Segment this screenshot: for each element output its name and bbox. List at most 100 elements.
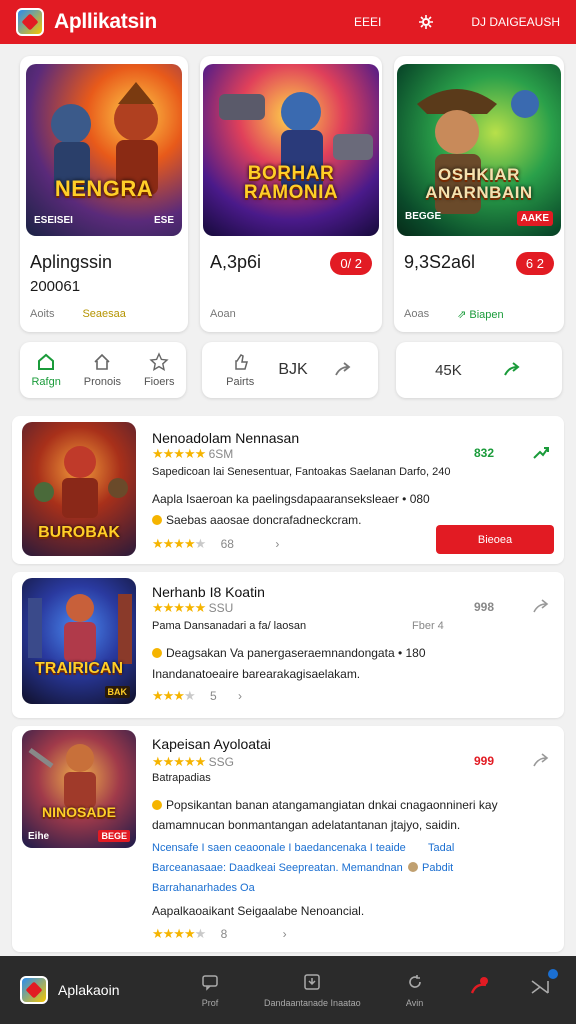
stars-off: ★ [194,536,207,551]
game-art-left-label: ESEISEI [34,215,73,226]
app-title: Apllikatsin [54,10,157,33]
list-item-2[interactable]: TRAIRICAN BAK Nerhanb I8 Koatin ★★★★★ SS… [12,572,564,718]
featured-card-2[interactable]: BORHAR RAMONIA A,3p6i 0/ 2 Aoan [200,56,382,332]
list-item-link3[interactable]: Barrahanarhades Oa [152,882,255,894]
game-art-right-label: ESE [153,215,174,226]
list-item-3[interactable]: NINOSADE Eihe BEGE Kapeisan Ayoloatai ★★… [12,726,564,952]
list-item-link1[interactable]: Ncensafe I saen ceaoonale I baedancenaka… [152,842,406,854]
header-action-account[interactable]: DJ DAIGEAUSH [471,15,560,29]
list-item-desc3: Aapalkaoaikant Seigaalabe Nenoancial. [152,904,365,918]
game-art: BORHAR RAMONIA [203,64,379,236]
game-art-tag: AAKE [516,211,553,226]
rating-count: 8 [220,927,228,941]
list-item-link1-right[interactable]: Tadal [428,842,454,854]
list-thumb: BUROBAK [22,422,136,556]
list-item-desc2: Inandanatoeaire barearakagisaelakam. [152,667,361,681]
promo-action[interactable]: Pronois [84,352,121,388]
card-meta-tag: ⇗ Biapen [457,309,504,321]
featured-card-1[interactable]: NENGRA ESEISEI ESE Aplingssin 200061 Aoi… [20,56,188,332]
notification-icon[interactable] [468,975,492,1005]
download-icon [304,974,321,990]
settings-icon[interactable] [417,13,435,31]
coin-icon [152,800,162,810]
star-icon [149,352,169,372]
app-logo[interactable] [16,8,44,36]
list-thumb-tag: BAK [104,686,130,698]
list-item-link2-right[interactable]: Pabdit [422,862,453,874]
nav-profile-label: Prof [201,998,219,1008]
card-2-actions: Pairts BJK [202,342,378,398]
trend-icon[interactable] [530,442,552,464]
card-meta-tag-label: Biapen [469,309,504,321]
nav-downloads[interactable]: Dandaantanade Inaatao [264,972,361,1008]
list-thumb-left: Eihe [28,831,50,842]
chevron-right-icon[interactable]: › [238,689,242,703]
favorites-action[interactable]: Fioers [144,352,175,388]
avatar [408,862,418,872]
featured-section: NENGRA ESEISEI ESE Aplingssin 200061 Aoi… [0,56,576,402]
list-item-desc: Popsikantan banan atangamangiatan dnkai … [166,798,498,812]
coin-icon [152,515,162,525]
list-thumb: NINOSADE Eihe BEGE [22,730,136,848]
list-item-value: 832 [474,446,495,460]
rating-count: 68 [220,537,234,551]
chevron-right-icon[interactable]: › [283,927,287,941]
stars-on: ★★★ [152,688,185,703]
unread-dot [548,969,558,979]
bottom-logo[interactable] [20,976,48,1004]
nav-account[interactable]: Avin [405,972,425,1008]
rating-score: SSU [208,601,234,615]
list-item-desc2: damamnucan bonmantangan adelatantanan jt… [152,818,461,832]
rating-stars: ★★★★★ [152,446,206,461]
like-count: BJK [278,361,308,378]
coin-icon [152,648,162,658]
list-item-1[interactable]: BUROBAK Nenoadolam Nennasan ★★★★★ 6SM Sa… [12,416,564,564]
nav-account-label: Avin [405,998,424,1008]
list-item-tags: Batrapadias [152,772,211,784]
chevron-right-icon[interactable]: › [275,537,279,551]
home-action-label: Rafgn [31,376,61,388]
featured-card-3[interactable]: OSHKIAR ANARNBAIN BEGGE AAKE 9,3S2a6l 6 … [394,56,564,332]
stars-off: ★ [183,688,196,703]
card-name: 9,3S2a6l [404,252,476,272]
view-count: 45K [435,361,462,379]
card-meta: Aoan [210,308,236,320]
card-price-pill[interactable]: 6 2 [515,252,554,275]
rating-count: 5 [209,689,217,703]
card-name: A,3p6i [210,252,262,272]
share-icon[interactable] [332,359,354,381]
share-icon[interactable] [530,750,552,772]
stars-on: ★★★★ [152,926,196,941]
game-art-title: BORHAR RAMONIA [243,163,339,203]
rating-score: 6SM [208,447,234,461]
card-price-pill[interactable]: 0/ 2 [330,252,372,275]
game-art: NENGRA ESEISEI ESE [26,64,182,236]
install-button[interactable]: Bieoea [436,525,554,554]
nav-downloads-label: Dandaantanade Inaatao [264,998,361,1008]
bottom-title: Aplakaoin [58,982,120,998]
rating-score: SSG [208,755,234,769]
rating-stars-small: ★★★★★ [152,536,207,551]
list-item-link2[interactable]: Barceanasaae: Daadkeai Seepreatan. Meman… [152,862,403,874]
nav-profile[interactable]: Prof [200,972,220,1008]
card-meta: Aoas [404,308,430,320]
card-meta-tag: Seaesaa [82,308,126,320]
list-item-desc: Deagsakan Va panergaseraemnandongata • 1… [166,646,426,660]
share-icon[interactable] [530,596,552,618]
list-thumb-tag: BEGE [98,830,130,842]
app-header: Apllikatsin EEEI DJ DAIGEAUSH [0,0,576,44]
stars-on: ★★★★ [152,536,196,551]
home-action[interactable]: Rafgn [31,352,61,388]
like-action[interactable]: Pairts [226,352,254,388]
messages-icon[interactable] [528,969,558,1005]
bottom-bar: Aplakaoin Prof Dandaantanade Inaatao Avi… [0,956,576,1024]
share-icon[interactable] [501,359,523,381]
game-art: OSHKIAR ANARNBAIN BEGGE AAKE [397,64,561,236]
list-item-title: Kapeisan Ayoloatai [152,736,271,752]
list-item-right-tag: Fber 4 [412,620,444,632]
like-action-label: Pairts [226,376,255,388]
rating-stars-small: ★★★★★ [152,926,206,941]
header-action-edit[interactable]: EEEI [354,15,381,29]
list-item-desc: Aapla Isaeroan ka paelingsdapaaranseksle… [152,492,430,506]
rating-stars-small: ★★★★ [152,688,196,703]
